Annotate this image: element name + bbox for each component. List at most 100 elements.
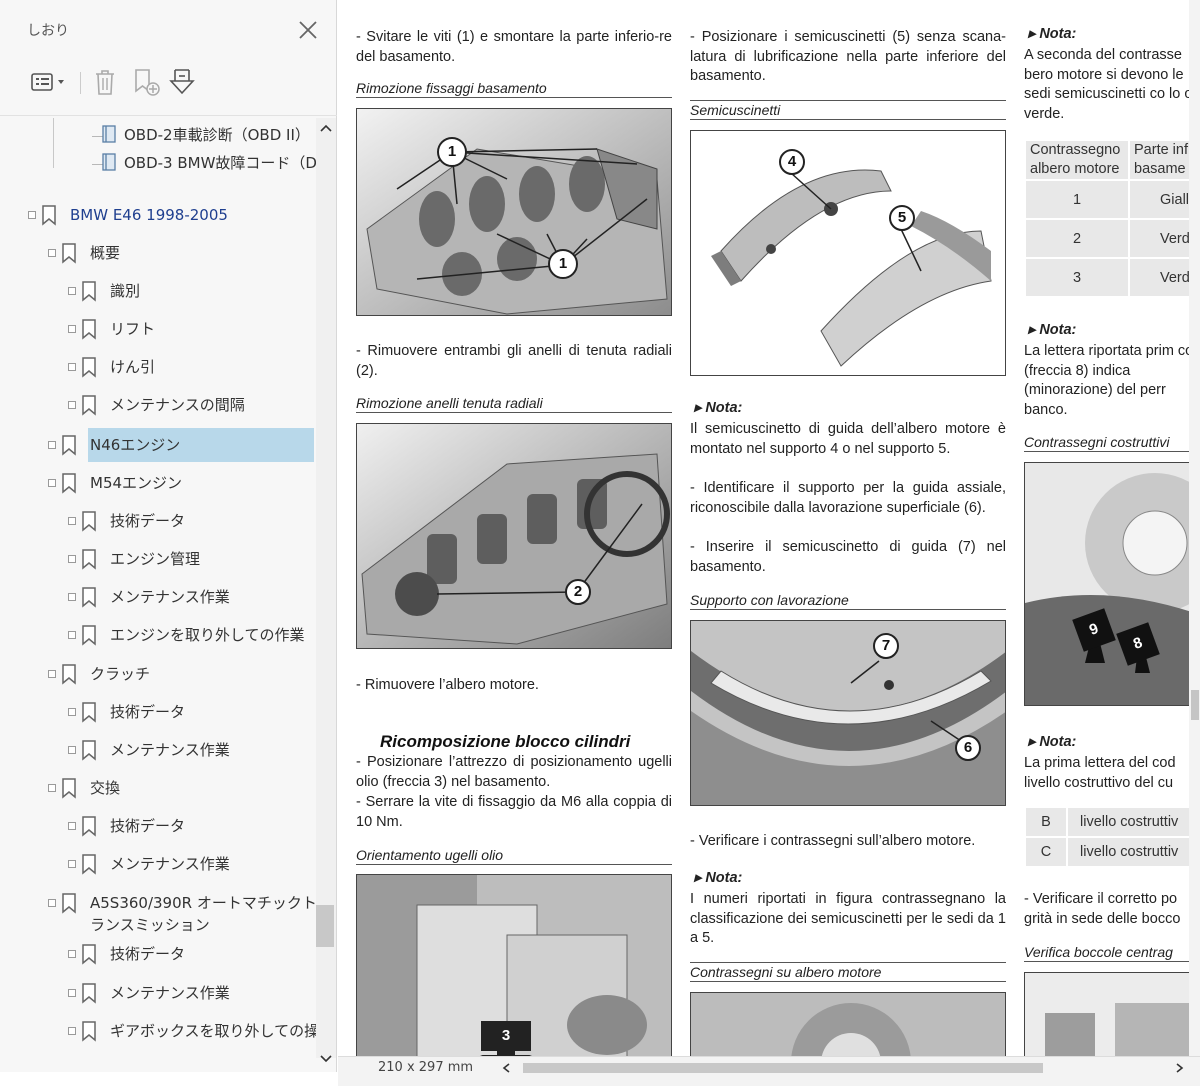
expand-toggle-icon[interactable] bbox=[68, 860, 76, 868]
crankshaft-markings-photo bbox=[690, 992, 1006, 1056]
add-bookmark-icon[interactable] bbox=[130, 66, 162, 98]
bookmark-icon bbox=[81, 739, 97, 761]
bookmark-item[interactable]: メンテナンス作業 bbox=[0, 982, 316, 1018]
bookmark-item[interactable]: 技術データ bbox=[0, 701, 316, 737]
bookmark-item[interactable]: 技術データ bbox=[0, 510, 316, 546]
table-cell: 2 bbox=[1024, 218, 1130, 259]
bookmark-item[interactable]: エンジン管理 bbox=[0, 548, 316, 584]
col3-nota-3-text: La prima lettera del cod livello costrut… bbox=[1024, 755, 1176, 791]
bookmark-label: 技術データ bbox=[110, 703, 186, 721]
col1-paragraph-2: - Rimuovere entrambi gli anelli di tenut… bbox=[356, 343, 672, 379]
expand-toggle-icon[interactable] bbox=[48, 784, 56, 792]
bookmark-label: BMW E46 1998-2005 bbox=[70, 206, 228, 224]
find-bookmark-icon[interactable] bbox=[168, 66, 202, 98]
expand-toggle-icon[interactable] bbox=[68, 593, 76, 601]
panel-title: しおり bbox=[27, 23, 69, 39]
bookmark-item[interactable]: A5S360/390R オートマチックトランスミッション bbox=[0, 892, 316, 940]
status-bar: 210 x 297 mm bbox=[338, 1056, 1200, 1086]
bookmark-item[interactable]: けん引 bbox=[0, 356, 316, 392]
document-scrollbar[interactable] bbox=[1189, 0, 1200, 1056]
bookmark-label: メンテナンス作業 bbox=[110, 984, 230, 1002]
expand-toggle-icon[interactable] bbox=[68, 325, 76, 333]
bookmark-item[interactable]: BMW E46 1998-2005 bbox=[0, 204, 316, 240]
bookmark-item[interactable]: 技術データ bbox=[0, 943, 316, 979]
bookmark-label: エンジンを取り外しての作業 bbox=[110, 626, 305, 644]
callout-5: 5 bbox=[889, 205, 915, 231]
construction-marks-photo: 9 8 bbox=[1024, 462, 1194, 706]
expand-toggle-icon[interactable] bbox=[48, 670, 56, 678]
bookmark-item[interactable]: N46エンジン bbox=[0, 428, 316, 470]
col2-nota-2-text: I numeri riportati in figura contrassegn… bbox=[690, 891, 1006, 946]
bookmark-label: OBD-3 BMW故障コード（DTCs） bbox=[124, 154, 316, 172]
expand-toggle-icon[interactable] bbox=[68, 746, 76, 754]
col2-paragraph-1: - Posizionare i semicuscinetti (5) senza… bbox=[690, 29, 1006, 84]
machined-support-photo: 7 6 bbox=[690, 620, 1006, 806]
expand-toggle-icon[interactable] bbox=[68, 950, 76, 958]
sidebar-scroll-thumb[interactable] bbox=[316, 905, 334, 947]
bookmark-icon bbox=[61, 892, 77, 914]
bookmark-item[interactable]: 交換 bbox=[0, 777, 316, 813]
expand-toggle-icon[interactable] bbox=[48, 479, 56, 487]
bookmark-icon bbox=[81, 510, 97, 532]
bookmark-item[interactable]: M54エンジン bbox=[0, 472, 316, 508]
col2-caption-2: Supporto con lavorazione bbox=[690, 592, 1006, 610]
expand-toggle-icon[interactable] bbox=[68, 989, 76, 997]
expand-toggle-icon[interactable] bbox=[68, 631, 76, 639]
bookmarks-panel: しおり OBD-2車載診断（OBD II） OBD-3 BMW故障コード（D B… bbox=[0, 0, 337, 1086]
bookmark-item[interactable]: メンテナンス作業 bbox=[0, 853, 316, 889]
col1-paragraph-1: - Svitare le viti (1) e smontare la part… bbox=[356, 29, 672, 65]
callout-1: 1 bbox=[548, 249, 578, 279]
callout-7: 7 bbox=[873, 633, 899, 659]
bookmark-item[interactable]: メンテナンス作業 bbox=[0, 586, 316, 622]
bookmark-label: M54エンジン bbox=[90, 474, 183, 492]
table-cell: 3 bbox=[1024, 257, 1130, 298]
expand-toggle-icon[interactable] bbox=[48, 249, 56, 257]
expand-toggle-icon[interactable] bbox=[68, 708, 76, 716]
horizontal-scroll-thumb[interactable] bbox=[523, 1063, 1043, 1073]
col3-caption-1: Contrassegni costruttivi bbox=[1024, 434, 1194, 452]
expand-toggle-icon[interactable] bbox=[68, 555, 76, 563]
page-icon bbox=[100, 124, 116, 146]
expand-toggle-icon[interactable] bbox=[68, 822, 76, 830]
bookmark-item[interactable]: メンテナンス作業 bbox=[0, 739, 316, 775]
expand-toggle-icon[interactable] bbox=[48, 441, 56, 449]
bookmark-icon bbox=[81, 1020, 97, 1042]
bookmark-item[interactable]: 技術データ bbox=[0, 815, 316, 851]
col2-caption-1: Semicuscinetti bbox=[690, 102, 1006, 120]
bookmark-label: A5S360/390R オートマチックトランスミッション bbox=[90, 894, 316, 934]
options-icon[interactable] bbox=[28, 66, 70, 98]
expand-toggle-icon[interactable] bbox=[68, 287, 76, 295]
scroll-left-icon[interactable] bbox=[501, 1062, 513, 1074]
bookmark-item[interactable]: ギアボックスを取り外しての操作 bbox=[0, 1020, 316, 1056]
bookmark-item[interactable]: 概要 bbox=[0, 242, 316, 278]
bookmark-item[interactable]: クラッチ bbox=[0, 663, 316, 699]
bookmark-label: メンテナンスの間隔 bbox=[110, 396, 245, 414]
expand-toggle-icon[interactable] bbox=[68, 363, 76, 371]
table-cell: B bbox=[1024, 806, 1068, 838]
expand-toggle-icon[interactable] bbox=[68, 401, 76, 409]
expand-toggle-icon[interactable] bbox=[68, 517, 76, 525]
scroll-right-icon[interactable] bbox=[1173, 1062, 1185, 1074]
bookmark-item[interactable]: OBD-3 BMW故障コード（DTCs） bbox=[0, 152, 316, 202]
delete-icon[interactable] bbox=[90, 66, 120, 98]
col2-nota-2-title: ▸ Nota: bbox=[694, 870, 743, 886]
col1-paragraph-5: - Serrare la vite di fissaggio da M6 all… bbox=[356, 794, 672, 830]
expand-toggle-icon[interactable] bbox=[28, 211, 36, 219]
bookmark-item[interactable]: リフト bbox=[0, 318, 316, 354]
bookmark-icon bbox=[81, 815, 97, 837]
close-icon[interactable] bbox=[296, 18, 320, 42]
bookmark-icon bbox=[61, 777, 77, 799]
section-heading: Ricomposizione blocco cilindri bbox=[380, 732, 631, 751]
bookmark-item[interactable]: 識別 bbox=[0, 280, 316, 316]
construction-level-table: Blivello costruttiv Clivello costruttiv bbox=[1024, 806, 1196, 868]
expand-toggle-icon[interactable] bbox=[68, 1027, 76, 1035]
bookmark-icon bbox=[81, 982, 97, 1004]
expand-toggle-icon[interactable] bbox=[48, 899, 56, 907]
bookmark-item[interactable]: エンジンを取り外しての作業 bbox=[0, 624, 316, 660]
document-scroll-thumb[interactable] bbox=[1191, 690, 1199, 720]
bookmark-item[interactable]: メンテナンスの間隔 bbox=[0, 394, 316, 430]
bookmark-label: クラッチ bbox=[90, 665, 151, 683]
page-size-label: 210 x 297 mm bbox=[378, 1060, 474, 1075]
engine-block-photo: 1 1 bbox=[356, 108, 672, 316]
col1-paragraph-3: - Rimuovere l’albero motore. bbox=[356, 677, 539, 693]
